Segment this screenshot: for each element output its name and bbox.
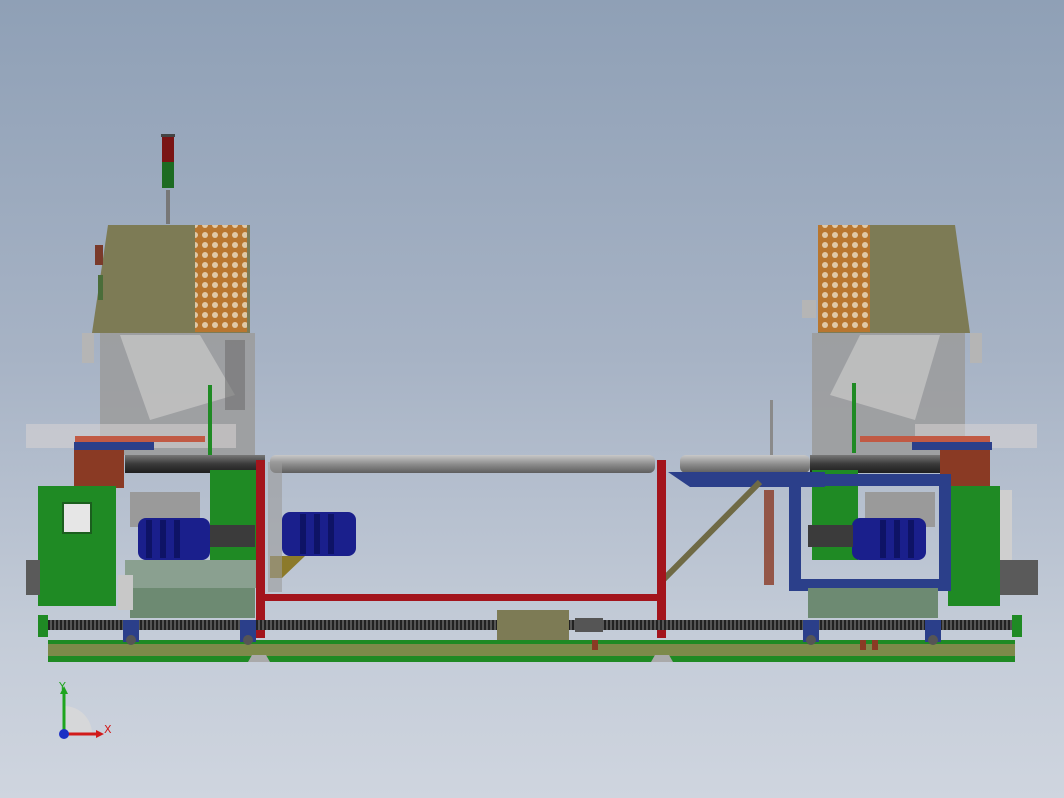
- machine-model[interactable]: [0, 0, 1064, 798]
- coordinate-triad-icon: Y X: [40, 676, 120, 746]
- left-cutting-head[interactable]: [26, 134, 356, 618]
- center-carriage: [497, 610, 569, 640]
- left-electrical-box: [38, 486, 116, 606]
- x-axis-label: X: [104, 723, 112, 736]
- signal-tower-icon: [161, 134, 175, 224]
- cad-viewport[interactable]: Y X: [0, 0, 1064, 798]
- y-axis-label: Y: [58, 680, 66, 693]
- left-perforated-panel: [195, 225, 247, 332]
- left-motor-2: [270, 512, 356, 578]
- right-electrical-box: [948, 486, 1000, 606]
- main-shaft: [270, 455, 655, 473]
- right-cutting-head[interactable]: [764, 225, 1038, 618]
- right-perforated-panel: [818, 225, 870, 332]
